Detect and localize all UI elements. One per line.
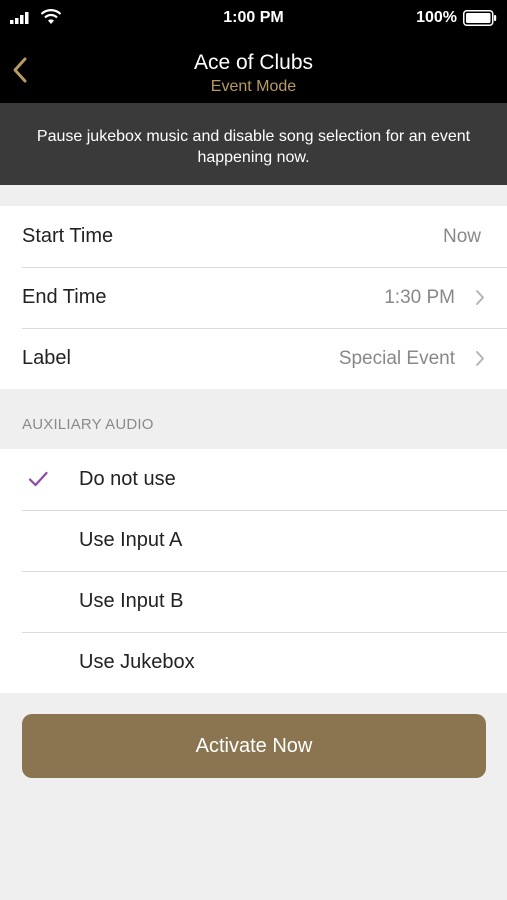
start-time-value: Now: [442, 226, 481, 247]
page-subtitle: Event Mode: [210, 78, 297, 95]
chevron-right-icon: [476, 351, 484, 366]
battery-icon: [463, 10, 497, 26]
start-time-label: Start Time: [22, 225, 114, 247]
end-time-label: End Time: [22, 286, 107, 308]
label-row[interactable]: Label Special Event: [0, 328, 507, 389]
aux-option-label: Use Jukebox: [79, 651, 195, 673]
info-banner: Pause jukebox music and disable song sel…: [0, 103, 507, 185]
event-settings-group: Start Time Now End Time 1:30 PM Label Sp…: [0, 206, 507, 389]
end-time-row[interactable]: End Time 1:30 PM: [0, 267, 507, 328]
aux-option-input-b[interactable]: Use Input B: [0, 571, 507, 632]
activate-now-button[interactable]: Activate Now: [22, 714, 486, 778]
aux-option-do-not-use[interactable]: Do not use: [0, 449, 507, 510]
chevron-right-icon: [476, 290, 484, 305]
auxiliary-audio-group: Do not use Use Input A Use Input B Use J…: [0, 449, 507, 693]
battery-percent: 100%: [416, 9, 457, 26]
aux-option-label: Use Input A: [79, 529, 183, 551]
aux-option-input-a[interactable]: Use Input A: [0, 510, 507, 571]
status-bar: 1:00 PM 100%: [0, 0, 507, 38]
page-title: Ace of Clubs: [193, 51, 314, 74]
navigation-bar: Ace of Clubs Event Mode: [0, 38, 507, 103]
start-time-row[interactable]: Start Time Now: [0, 206, 507, 267]
aux-option-label: Use Input B: [79, 590, 184, 612]
end-time-value: 1:30 PM: [384, 287, 455, 308]
checkmark-icon: [28, 471, 48, 487]
auxiliary-audio-header: AUXILIARY AUDIO: [22, 416, 154, 433]
event-label-label: Label: [22, 347, 71, 369]
aux-option-jukebox[interactable]: Use Jukebox: [0, 632, 507, 693]
aux-option-label: Do not use: [79, 468, 176, 490]
event-label-value: Special Event: [338, 348, 455, 369]
